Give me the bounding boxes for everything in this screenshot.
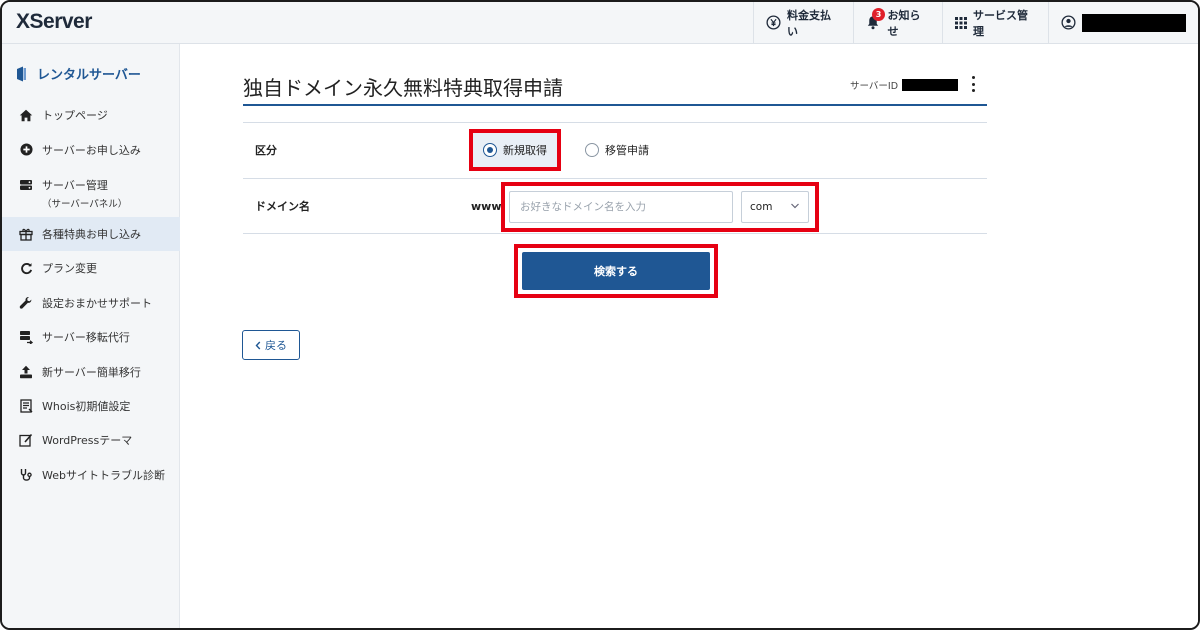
radio-transfer[interactable]: 移管申請 (575, 129, 659, 171)
chevron-left-icon (255, 341, 261, 349)
tld-select[interactable]: com (741, 191, 809, 223)
app-window: XServer 料金支払い 3 お知らせ サービス管理 レンタルサーバー トップ… (0, 0, 1200, 630)
sidebar-item-label: サーバー管理 (42, 178, 108, 192)
news-button[interactable]: 3 お知らせ (853, 2, 942, 43)
radio-new-registration[interactable]: 新規取得 (469, 129, 561, 171)
sidebar-item-plan-change[interactable]: プラン変更 (2, 251, 180, 285)
refresh-icon (19, 261, 33, 275)
sidebar-item-server-panel[interactable]: サーバー管理 （サーバーパネル） (2, 167, 180, 217)
sidebar-item-sublabel: （サーバーパネル） (42, 198, 128, 210)
sidebar: レンタルサーバー トップページ サーバーお申し込み サーバー管理 （サーバーパネ… (2, 44, 180, 628)
www-prefix: www. (471, 200, 505, 213)
sidebar-item-label: サーバー移転代行 (42, 331, 130, 345)
xserver-logo[interactable]: XServer (16, 10, 92, 34)
chevron-down-icon (791, 203, 799, 209)
plus-circle-icon (19, 143, 33, 157)
domain-form: 区分 新規取得 移管申請 ドメイン名 www. お好きなドメイン名を入力 com (243, 122, 987, 234)
server-id-label: サーバーID (850, 81, 899, 92)
top-header: XServer 料金支払い 3 お知らせ サービス管理 (2, 2, 1198, 44)
sidebar-title[interactable]: レンタルサーバー (16, 64, 141, 83)
sidebar-item-text: サーバー管理 （サーバーパネル） (42, 177, 127, 210)
sidebar-item-label: サーバーお申し込み (42, 143, 141, 157)
upload-icon (19, 365, 33, 379)
sidebar-item-label: Webサイトトラブル診断 (42, 468, 165, 482)
sidebar-title-label: レンタルサーバー (37, 68, 141, 83)
bell-icon-wrap: 3 (866, 7, 885, 31)
back-button[interactable]: 戻る (242, 330, 300, 360)
sidebar-item-whois[interactable]: Whois初期値設定 (2, 389, 180, 423)
main-content: 独自ドメイン永久無料特典取得申請 サーバーID 区分 新規取得 移管申請 ドメイ… (180, 44, 1198, 628)
sidebar-item-benefits[interactable]: 各種特典お申し込み (2, 216, 180, 252)
sidebar-item-label: 設定おまかせサポート (42, 296, 152, 310)
title-divider (243, 104, 987, 106)
tld-value: com (750, 201, 773, 213)
sidebar-item-label: プラン変更 (42, 262, 97, 276)
radio-button[interactable] (585, 143, 599, 157)
sidebar-item-label: WordPressテーマ (42, 434, 133, 448)
sidebar-item-setup-support[interactable]: 設定おまかせサポート (2, 286, 180, 320)
sidebar-item-server-apply[interactable]: サーバーお申し込み (2, 132, 180, 166)
billing-label: 料金支払い (787, 8, 831, 38)
services-button[interactable]: サービス管理 (942, 2, 1048, 43)
document-icon (19, 399, 33, 413)
domain-row: ドメイン名 www. com (243, 178, 987, 234)
wrench-icon (19, 296, 33, 310)
notification-badge: 3 (872, 7, 885, 21)
category-radio-group: 新規取得 移管申請 (469, 129, 659, 171)
domain-name-input[interactable] (509, 191, 733, 223)
category-row: 区分 新規取得 移管申請 (243, 122, 987, 178)
sidebar-nav: トップページ サーバーお申し込み サーバー管理 （サーバーパネル） 各種特典お申… (2, 98, 180, 492)
sidebar-item-label: 各種特典お申し込み (42, 227, 141, 241)
redacted-server-id (902, 79, 959, 91)
radio-label: 新規取得 (503, 144, 547, 157)
billing-button[interactable]: 料金支払い (753, 2, 853, 43)
sidebar-item-server-migration[interactable]: サーバー移転代行 (2, 320, 180, 354)
grid-icon (955, 16, 967, 29)
server-move-icon (19, 330, 33, 345)
back-button-label: 戻る (265, 339, 287, 352)
sidebar-item-wordpress-theme[interactable]: WordPressテーマ (2, 423, 180, 457)
domain-label: ドメイン名 (255, 200, 310, 213)
search-button[interactable]: 検索する (522, 252, 710, 290)
gift-icon (19, 227, 33, 241)
sidebar-item-top-page[interactable]: トップページ (2, 98, 180, 132)
rental-server-icon (17, 66, 26, 81)
category-label: 区分 (255, 144, 277, 157)
edit-icon (19, 433, 33, 447)
sidebar-item-site-diagnosis[interactable]: Webサイトトラブル診断 (2, 458, 180, 492)
page-title: 独自ドメイン永久無料特典取得申請 (243, 76, 563, 100)
server-id: サーバーID (850, 78, 959, 92)
news-label: お知らせ (887, 8, 921, 38)
redacted-username (1082, 13, 1186, 32)
sidebar-item-label: 新サーバー簡単移行 (42, 365, 141, 379)
user-icon (1061, 15, 1076, 30)
more-options-icon[interactable] (970, 76, 976, 92)
search-button-highlight: 検索する (514, 244, 718, 298)
yen-icon (766, 15, 781, 30)
sidebar-item-label: Whois初期値設定 (42, 399, 131, 413)
sidebar-item-easy-migration[interactable]: 新サーバー簡単移行 (2, 354, 180, 388)
radio-button-selected[interactable] (483, 143, 497, 157)
services-label: サービス管理 (973, 8, 1028, 38)
server-icon (19, 178, 33, 192)
home-icon (19, 108, 33, 122)
sidebar-item-label: トップページ (42, 109, 108, 123)
stethoscope-icon (19, 468, 33, 482)
radio-label: 移管申請 (605, 144, 649, 157)
user-menu-button[interactable] (1048, 2, 1198, 43)
domain-input-group: com (501, 182, 819, 232)
